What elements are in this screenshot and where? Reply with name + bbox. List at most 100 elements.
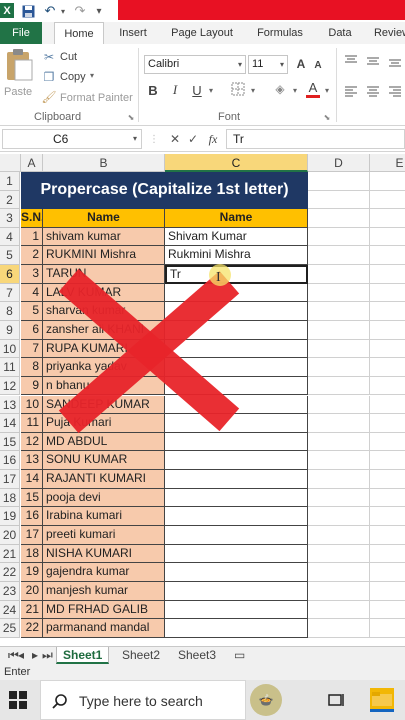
row-header[interactable]: 25	[0, 619, 20, 638]
redo-icon[interactable]: ↷	[72, 2, 88, 20]
column-header-e[interactable]: E	[370, 154, 405, 172]
align-middle-icon[interactable]	[366, 54, 380, 68]
grid-cell[interactable]	[308, 339, 370, 359]
grid-cell[interactable]	[370, 377, 405, 396]
row-header[interactable]: 2	[0, 190, 20, 209]
sn-cell[interactable]: 5	[21, 302, 43, 321]
row-header[interactable]: 13	[0, 395, 20, 415]
tab-sheet1[interactable]: Sheet1	[56, 647, 110, 664]
grid-cell[interactable]	[370, 451, 405, 471]
grid-cell[interactable]	[370, 414, 405, 433]
insert-sheet-icon[interactable]: ▭	[228, 647, 251, 664]
propercase-cell[interactable]	[165, 395, 308, 415]
fill-color-icon[interactable]: ◈	[272, 81, 288, 97]
sn-cell[interactable]: 14	[21, 470, 43, 489]
paste-button[interactable]: Paste	[2, 48, 36, 104]
grid-cell[interactable]	[308, 582, 370, 601]
column-header-d[interactable]: D	[308, 154, 370, 172]
name-cell[interactable]: gajendra kumar	[43, 563, 165, 582]
tab-insert[interactable]: Insert	[110, 22, 156, 44]
row-header[interactable]: 1	[0, 172, 20, 191]
name-cell[interactable]: manjesh kumar	[43, 582, 165, 601]
sn-cell[interactable]: 11	[21, 414, 43, 433]
propercase-cell[interactable]	[165, 451, 308, 471]
grid-cell[interactable]	[308, 209, 370, 228]
row-header[interactable]: 23	[0, 582, 20, 601]
sn-cell[interactable]: 8	[21, 358, 43, 377]
font-color-dropdown-icon[interactable]: ▾	[322, 84, 332, 96]
name-cell[interactable]: SANDEEP KUMAR	[43, 395, 165, 415]
underline-button[interactable]: U	[190, 82, 204, 98]
row-header[interactable]: 17	[0, 470, 20, 489]
propercase-cell[interactable]	[165, 619, 308, 638]
propercase-cell[interactable]	[165, 470, 308, 489]
name-cell[interactable]: priyanka yadav	[43, 358, 165, 377]
sn-cell[interactable]: 10	[21, 395, 43, 415]
grow-font-icon[interactable]: A	[294, 56, 308, 72]
grid-cell[interactable]	[308, 190, 370, 209]
header-name-b[interactable]: Name	[43, 209, 165, 228]
row-header[interactable]: 5	[0, 246, 20, 265]
name-cell[interactable]: RAJANTI KUMARI	[43, 470, 165, 489]
copy-dropdown-icon[interactable]: ▾	[90, 71, 94, 80]
fill-color-dropdown-icon[interactable]: ▾	[290, 84, 300, 96]
row-header[interactable]: 15	[0, 432, 20, 452]
bold-button[interactable]: B	[146, 82, 160, 98]
task-view-icon[interactable]	[326, 690, 346, 710]
grid-cell[interactable]	[308, 414, 370, 433]
row-header[interactable]: 6	[0, 264, 20, 284]
sn-cell[interactable]: 19	[21, 563, 43, 582]
app-thumbnail-icon[interactable]: 🍲	[250, 684, 282, 716]
grid-cell[interactable]	[308, 470, 370, 489]
grid-cell[interactable]	[370, 265, 405, 284]
taskbar-search-box[interactable]: Type here to search	[40, 680, 246, 720]
grid-cell[interactable]	[370, 358, 405, 377]
format-painter-button[interactable]: Format Painter	[60, 92, 133, 104]
grid-cell[interactable]	[308, 563, 370, 582]
propercase-cell[interactable]	[165, 600, 308, 620]
row-header[interactable]: 22	[0, 563, 20, 582]
propercase-cell[interactable]	[165, 544, 308, 564]
worksheet-grid[interactable]: A B C D E 1 2 3 4 5 6 7 8 9 10 11 12 13 14 15 16 17 18 19 2…	[0, 154, 405, 646]
name-cell[interactable]: NISHA KUMARI	[43, 544, 165, 564]
grid-cell[interactable]	[370, 507, 405, 527]
italic-button[interactable]: I	[168, 82, 182, 98]
row-header[interactable]: 24	[0, 600, 20, 620]
row-header[interactable]: 18	[0, 488, 20, 508]
header-sn[interactable]: S.N.	[21, 209, 43, 228]
grid-cell[interactable]	[370, 396, 405, 415]
name-cell[interactable]: RUKMINI Mishra	[43, 246, 165, 265]
sn-cell[interactable]: 21	[21, 600, 43, 620]
name-cell[interactable]: LALV KUMAR	[43, 283, 165, 303]
grid-cell[interactable]	[370, 526, 405, 545]
name-cell[interactable]: preeti kumari	[43, 526, 165, 545]
propercase-cell[interactable]	[165, 339, 308, 359]
row-header[interactable]: 14	[0, 414, 20, 433]
sn-cell[interactable]: 20	[21, 582, 43, 601]
row-header[interactable]: 4	[0, 227, 20, 247]
last-sheet-icon[interactable]: ⏭	[40, 647, 55, 664]
font-color-icon[interactable]: A	[306, 80, 320, 98]
propercase-cell[interactable]	[165, 302, 308, 321]
select-all-corner[interactable]	[0, 154, 21, 172]
sn-cell[interactable]: 1	[21, 227, 43, 247]
propercase-cell[interactable]	[165, 432, 308, 452]
sn-cell[interactable]: 13	[21, 451, 43, 471]
row-header[interactable]: 20	[0, 526, 20, 545]
grid-cell[interactable]	[308, 246, 370, 265]
name-cell[interactable]: RUPA KUMARI	[43, 339, 165, 359]
grid-cell[interactable]	[370, 284, 405, 303]
propercase-cell[interactable]	[165, 358, 308, 377]
tab-sheet2[interactable]: Sheet2	[116, 647, 166, 664]
propercase-cell[interactable]: Rukmini Mishra	[165, 246, 308, 265]
copy-icon[interactable]: ❐	[42, 70, 56, 84]
formula-input[interactable]: Tr	[226, 129, 405, 149]
tab-sheet3[interactable]: Sheet3	[172, 647, 222, 664]
propercase-cell[interactable]	[165, 283, 308, 303]
grid-cell[interactable]	[308, 600, 370, 620]
grid-cell[interactable]	[370, 209, 405, 228]
sn-cell[interactable]: 7	[21, 339, 43, 359]
windows-start-icon[interactable]	[8, 690, 28, 710]
header-name-c[interactable]: Name	[165, 209, 308, 228]
enter-entry-icon[interactable]: ✓	[186, 131, 200, 147]
